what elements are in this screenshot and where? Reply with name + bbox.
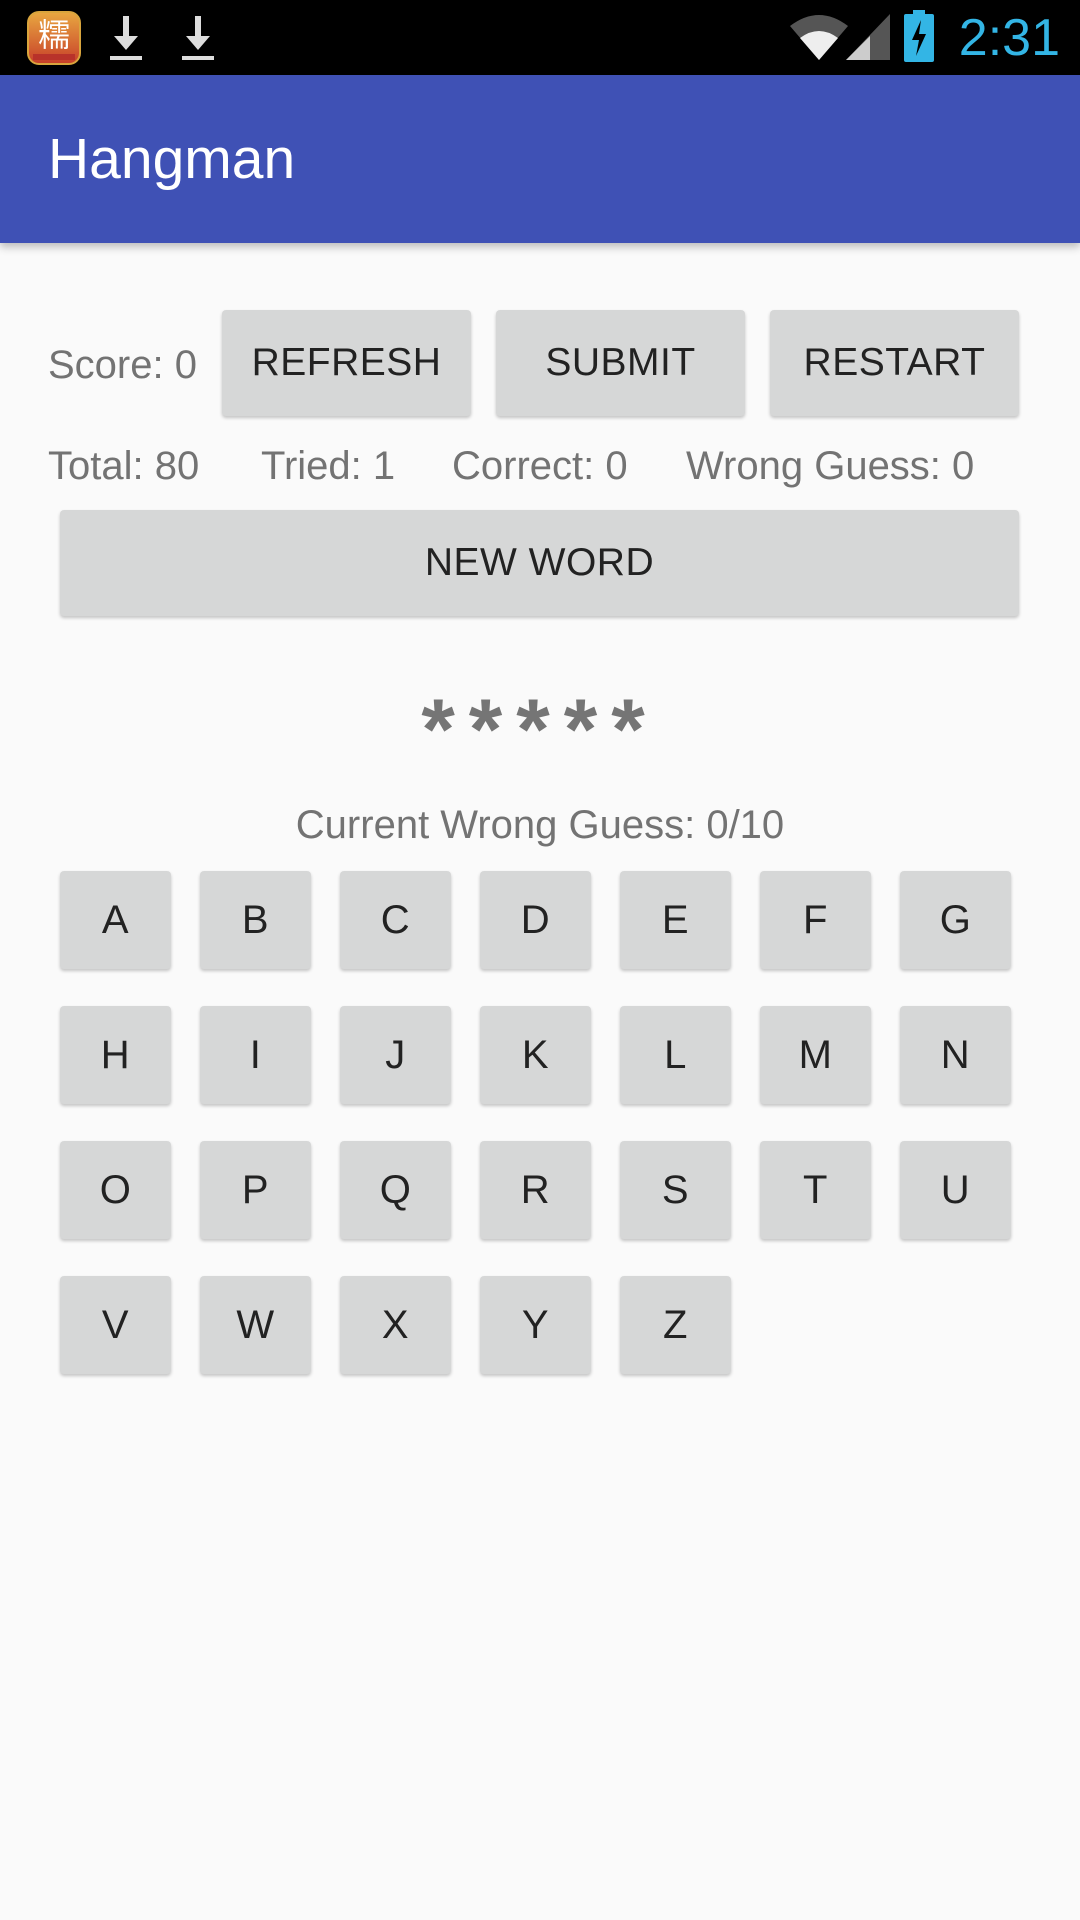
letter-key-n[interactable]: N [900, 1006, 1011, 1104]
total-label: Total: 80 [48, 444, 200, 488]
app-notification-icon: 糯 [27, 11, 81, 65]
letter-key-b[interactable]: B [200, 871, 311, 969]
letter-key-q[interactable]: Q [340, 1141, 451, 1239]
letter-key-j[interactable]: J [340, 1006, 451, 1104]
score-label: Score: 0 [48, 343, 197, 387]
letter-key-c[interactable]: C [340, 871, 451, 969]
battery-charging-icon [904, 10, 934, 62]
status-clock: 2:31 [958, 9, 1060, 67]
letter-key-g[interactable]: G [900, 871, 1011, 969]
letter-key-z[interactable]: Z [620, 1276, 731, 1374]
wrong-guess-label: Wrong Guess: 0 [686, 444, 975, 488]
cell-signal-icon [846, 14, 890, 60]
download-icon [182, 16, 214, 60]
letter-key-k[interactable]: K [480, 1006, 591, 1104]
refresh-button[interactable]: REFRESH [222, 310, 471, 416]
app-bar: Hangman [0, 75, 1080, 243]
letter-key-r[interactable]: R [480, 1141, 591, 1239]
tried-label: Tried: 1 [261, 444, 396, 488]
letter-key-w[interactable]: W [200, 1276, 311, 1374]
restart-button[interactable]: RESTART [770, 310, 1019, 416]
letter-key-l[interactable]: L [620, 1006, 731, 1104]
letter-key-f[interactable]: F [760, 871, 871, 969]
letter-key-v[interactable]: V [60, 1276, 171, 1374]
current-wrong-guess-label: Current Wrong Guess: 0/10 [295, 803, 785, 847]
wifi-icon [790, 15, 848, 60]
letter-key-d[interactable]: D [480, 871, 591, 969]
letter-key-a[interactable]: A [60, 871, 171, 969]
letter-key-h[interactable]: H [60, 1006, 171, 1104]
letter-key-o[interactable]: O [60, 1141, 171, 1239]
new-word-button[interactable]: NEW WORD [60, 510, 1019, 616]
letter-key-u[interactable]: U [900, 1141, 1011, 1239]
letter-key-i[interactable]: I [200, 1006, 311, 1104]
submit-button[interactable]: SUBMIT [496, 310, 745, 416]
masked-word: ***** [421, 682, 659, 778]
correct-label: Correct: 0 [452, 444, 628, 488]
letter-key-x[interactable]: X [340, 1276, 451, 1374]
app-title: Hangman [48, 127, 296, 191]
download-icon [110, 16, 142, 60]
letter-key-s[interactable]: S [620, 1141, 731, 1239]
letter-key-e[interactable]: E [620, 871, 731, 969]
letter-key-m[interactable]: M [760, 1006, 871, 1104]
letter-key-t[interactable]: T [760, 1141, 871, 1239]
letter-key-y[interactable]: Y [480, 1276, 591, 1374]
status-bar: 糯 2:31 [0, 0, 1080, 75]
letter-key-p[interactable]: P [200, 1141, 311, 1239]
